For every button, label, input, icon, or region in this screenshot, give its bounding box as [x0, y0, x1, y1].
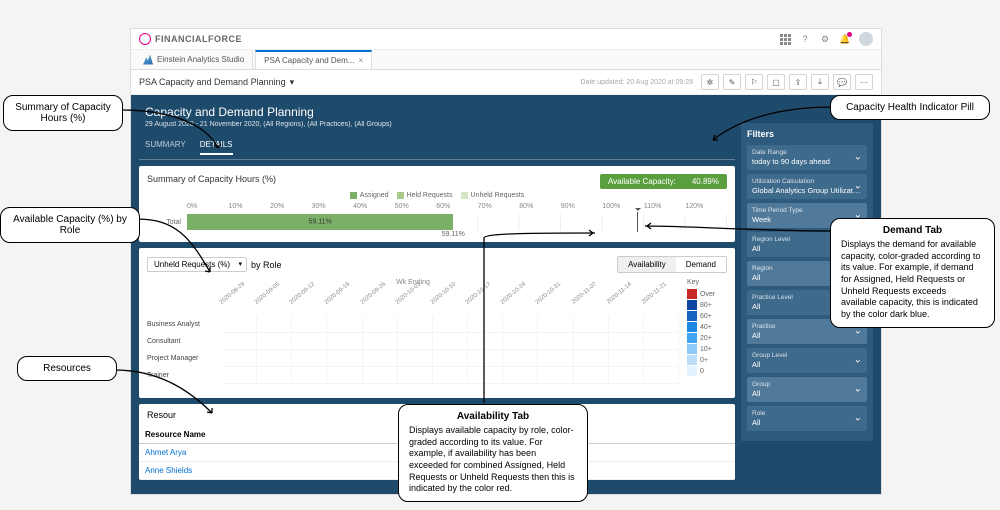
role-label: Consultant: [147, 333, 222, 350]
bookmark-button[interactable]: ⚐: [745, 74, 763, 90]
help-icon[interactable]: ?: [799, 33, 811, 45]
download-button[interactable]: ⤓: [811, 74, 829, 90]
brand-bar: FINANCIALFORCE ? ⚙ 🔔: [131, 29, 881, 50]
toggle-demand[interactable]: Demand: [676, 257, 726, 272]
chevron-down-icon[interactable]: ▾: [290, 77, 295, 88]
callout-pill: Capacity Health Indicator Pill: [830, 95, 990, 120]
page-subtitle: 29 August 2020 - 21 November 2020, (All …: [145, 121, 729, 128]
heatmap-key: Key Over80+60+40+20+10+0+0: [687, 279, 727, 384]
toggle-availability[interactable]: Availability: [618, 257, 676, 272]
present-button[interactable]: ▢: [767, 74, 785, 90]
more-button[interactable]: ⋯: [855, 74, 873, 90]
brand-logo-icon: [139, 33, 151, 45]
role-label: Business Analyst: [147, 316, 222, 333]
by-role-label: by Role: [251, 260, 282, 270]
gear-icon[interactable]: ⚙: [819, 33, 831, 45]
analytics-icon: [143, 55, 153, 65]
role-card: Unheld Requests (%) by Role Availability…: [139, 248, 735, 398]
close-tab-icon[interactable]: ×: [358, 56, 363, 65]
notifications-icon[interactable]: 🔔: [839, 33, 851, 45]
sub-bar: PSA Capacity and Demand Planning ▾ Date …: [131, 70, 881, 95]
filter-utilization-calculation[interactable]: Utilization CalculationGlobal Analytics …: [747, 174, 867, 199]
callout-availability: Availability Tab Displays available capa…: [398, 404, 588, 502]
filter-group-level[interactable]: Group LevelAll: [747, 348, 867, 373]
analytics-studio-tab[interactable]: Einstein Analytics Studio: [135, 51, 253, 69]
avatar[interactable]: [859, 32, 873, 46]
filter-group[interactable]: GroupAll: [747, 377, 867, 402]
page-title: Capacity and Demand Planning: [145, 105, 729, 119]
avail-demand-toggle: Availability Demand: [617, 256, 727, 273]
callout-resources: Resources: [17, 356, 117, 381]
dashboard-tab[interactable]: PSA Capacity and Dem... ×: [255, 50, 372, 69]
capacity-health-pill: Available Capacity: 40.89%: [600, 174, 727, 189]
callout-avail-role: Available Capacity (%) by Role: [0, 207, 140, 243]
tab-bar: Einstein Analytics Studio PSA Capacity a…: [131, 50, 881, 70]
chat-button[interactable]: 💬: [833, 74, 851, 90]
callout-summary: Summary of Capacity Hours (%): [3, 95, 123, 131]
app-launcher-icon[interactable]: [779, 33, 791, 45]
share-button[interactable]: ⇪: [789, 74, 807, 90]
refresh-button[interactable]: ✲: [701, 74, 719, 90]
last-updated: Date updated: 20 Aug 2020 at 09:28: [581, 79, 694, 86]
dashboard-breadcrumb[interactable]: PSA Capacity and Demand Planning: [139, 77, 286, 87]
filter-date-range[interactable]: Date Rangetoday to 90 days ahead: [747, 145, 867, 170]
edit-button[interactable]: ✎: [723, 74, 741, 90]
role-label: Project Manager: [147, 350, 222, 367]
callout-demand: Demand Tab Displays the demand for avail…: [830, 218, 995, 328]
legend: Assigned Held Requests Unheld Requests: [147, 192, 727, 199]
dashboard-tabs: SUMMARY DETAILS: [139, 136, 735, 160]
filter-role[interactable]: RoleAll: [747, 406, 867, 431]
brand-name: FINANCIALFORCE: [155, 34, 242, 44]
